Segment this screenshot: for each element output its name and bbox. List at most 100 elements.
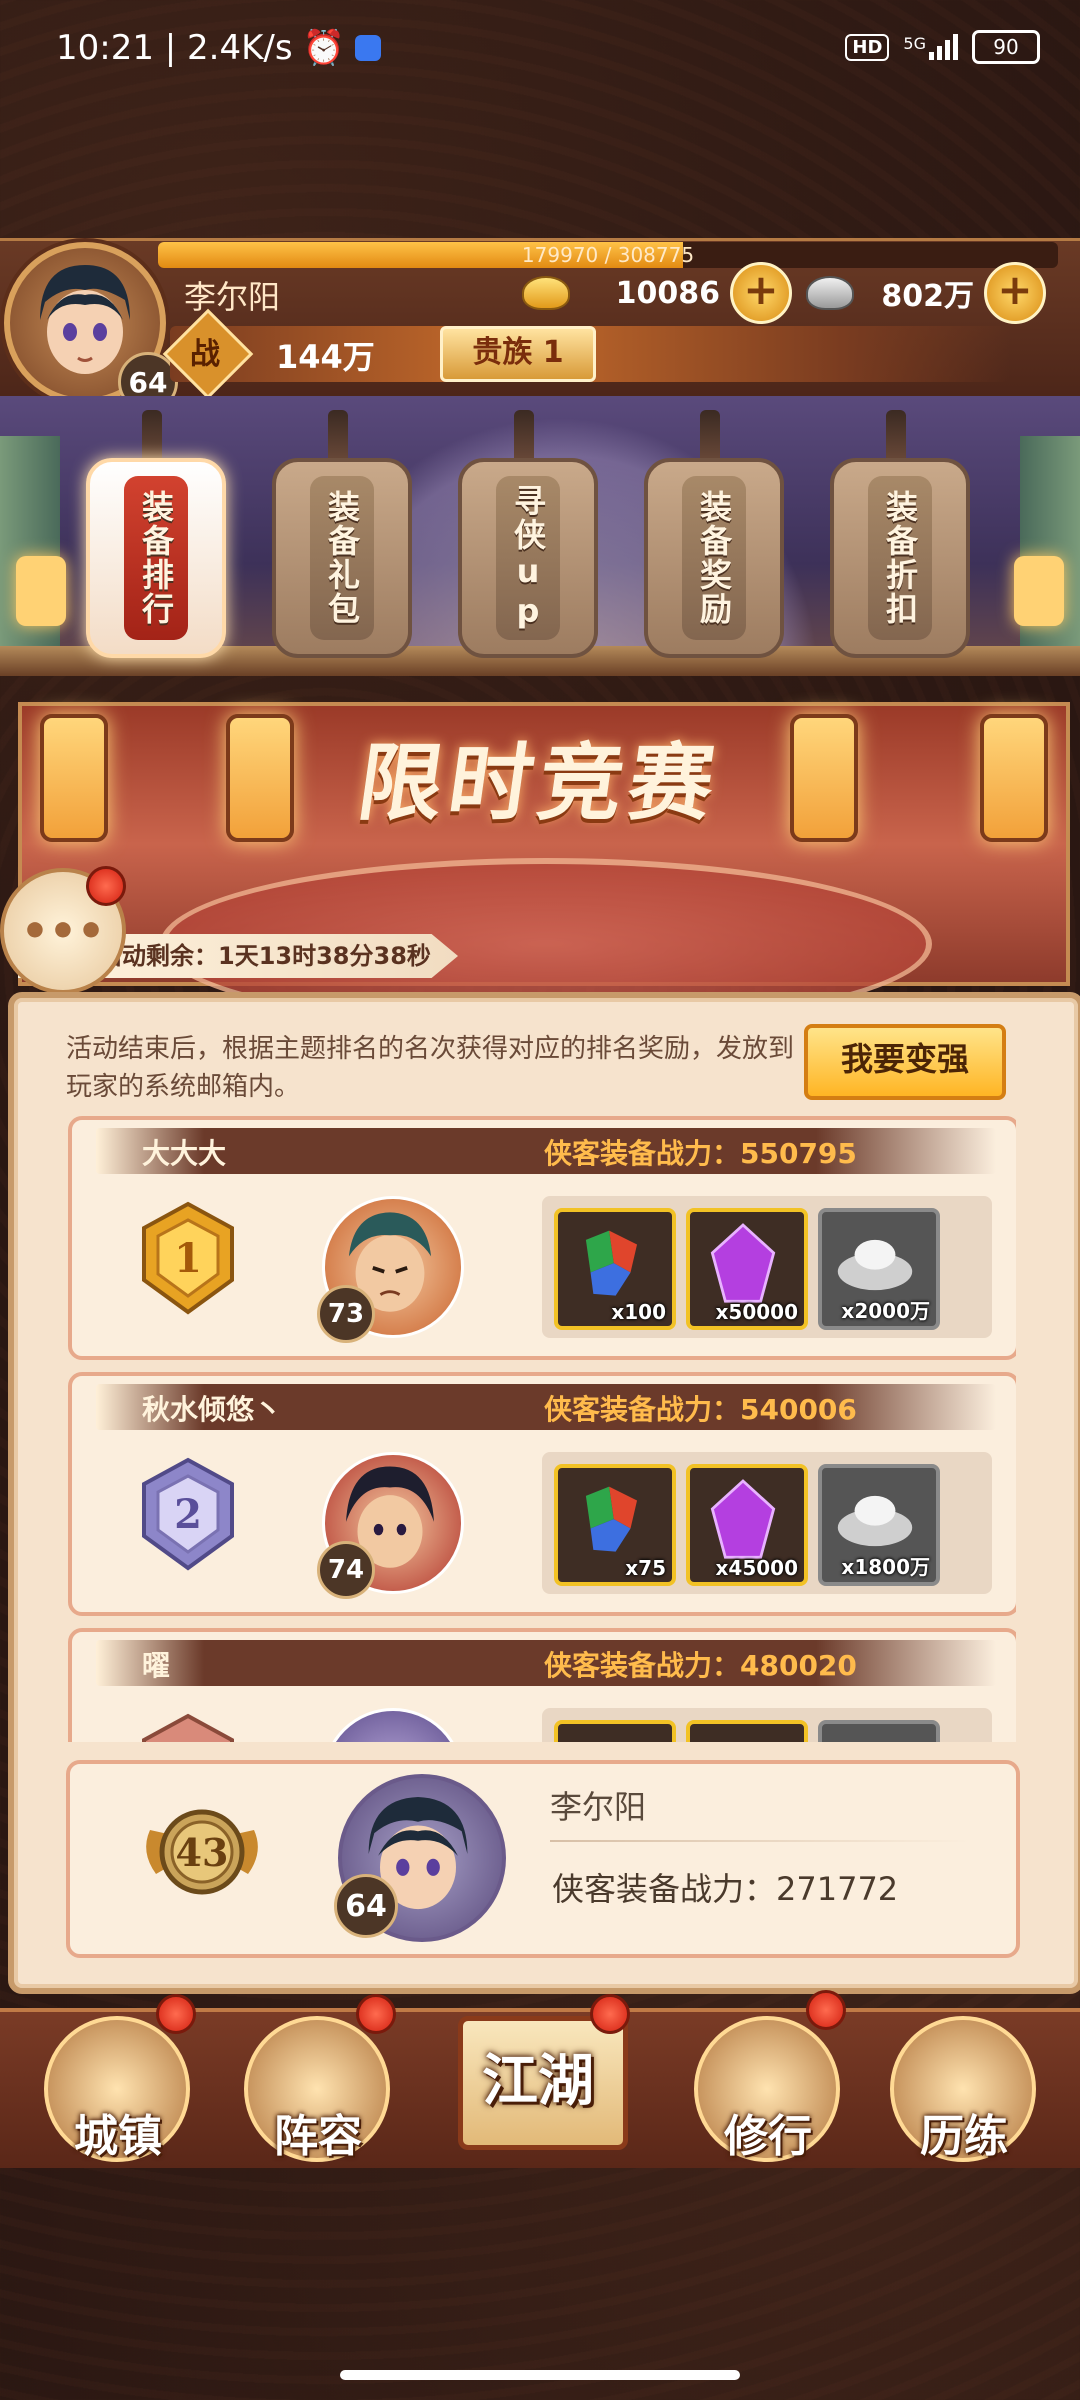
lantern-icon <box>980 714 1048 842</box>
my-level-badge: 64 <box>334 1874 398 1938</box>
hero-level-badge: 73 <box>317 1285 375 1343</box>
silver-amount: 802万 <box>881 279 974 314</box>
battle-power-icon-label: 战 <box>190 337 220 372</box>
event-title: 限时竞赛 <box>352 733 727 832</box>
reward-item[interactable]: x45000 <box>686 1464 808 1586</box>
tab-label: 装备折扣 <box>881 490 919 626</box>
ranking-row[interactable]: 秋水倾悠丶 侠客装备战力：540006 2 74 x75 x45000 x180… <box>68 1372 1016 1616</box>
reward-item[interactable] <box>554 1720 676 1742</box>
lantern-right-icon <box>1014 556 1064 626</box>
nav-label: 历练 <box>920 2111 1008 2162</box>
reward-count: x45000 <box>715 1556 798 1580</box>
hero-portrait[interactable]: 73 <box>317 1196 464 1343</box>
my-rank-medal-icon: 43 <box>146 1809 258 1895</box>
tab-label: 寻侠up <box>509 484 547 632</box>
chat-notification-dot <box>86 866 126 906</box>
hero-portrait[interactable] <box>322 1708 464 1742</box>
lantern-left-icon <box>16 556 66 626</box>
lantern-icon <box>790 714 858 842</box>
tab-hero-up[interactable]: 寻侠up <box>458 458 598 658</box>
my-power: 侠客装备战力：271772 <box>552 1870 899 1908</box>
ranking-player-name: 大大大 <box>142 1137 227 1170</box>
my-name: 李尔阳 <box>550 1788 647 1826</box>
tab-equipment-ranking[interactable]: 装备排行 <box>86 458 226 658</box>
my-rank-number: 43 <box>176 1830 229 1875</box>
reward-item[interactable]: x2000万 <box>818 1208 940 1330</box>
silver-ingot-icon <box>806 276 854 310</box>
reward-item[interactable]: x75 <box>554 1464 676 1586</box>
tab-equipment-reward[interactable]: 装备奖励 <box>644 458 784 658</box>
nav-jianghu-badge <box>590 1994 630 2034</box>
tab-equipment-pack[interactable]: 装备礼包 <box>272 458 412 658</box>
tab-equipment-discount[interactable]: 装备折扣 <box>830 458 970 658</box>
gold-medal-icon: 1 <box>142 1201 234 1315</box>
reward-count: x50000 <box>715 1300 798 1324</box>
my-divider <box>550 1840 970 1842</box>
lantern-icon <box>226 714 294 842</box>
tab-label: 装备排行 <box>137 490 175 626</box>
reward-count: x75 <box>625 1556 666 1580</box>
hero-level-badge: 74 <box>317 1541 375 1599</box>
tab-plaque: 装备礼包 <box>310 476 374 640</box>
reward-item[interactable]: x100 <box>554 1208 676 1330</box>
battery-icon: 90 <box>972 30 1040 64</box>
reward-item[interactable] <box>686 1720 808 1742</box>
nav-training-badge <box>806 1990 846 2030</box>
status-left: 10:21 | 2.4K/s ⏰ <box>56 28 381 68</box>
reward-count: x1800万 <box>841 1555 930 1579</box>
ranking-player-name: 秋水倾悠丶 <box>142 1393 283 1426</box>
noble-badge[interactable]: 贵族 1 <box>440 326 596 382</box>
signal-icon: 5G <box>903 34 958 60</box>
nav-lineup[interactable]: 阵容 <box>244 2016 394 2166</box>
status-time: 10:21 | 2.4K/s <box>56 28 293 68</box>
ranking-row[interactable]: 曜 侠客装备战力：480020 3 <box>68 1628 1016 1742</box>
become-stronger-button[interactable]: 我要变强 <box>804 1024 1006 1100</box>
reward-row <box>542 1708 992 1742</box>
ranking-row[interactable]: 大大大 侠客装备战力：550795 1 73 x100 x50000 x2000… <box>68 1116 1016 1360</box>
bronze-medal-icon: 3 <box>142 1713 234 1742</box>
ranking-power: 侠客装备战力：480020 <box>544 1649 857 1682</box>
battle-power-value: 144万 <box>276 338 375 376</box>
reward-count: x2000万 <box>841 1299 930 1323</box>
ranking-list[interactable]: 大大大 侠客装备战力：550795 1 73 x100 x50000 x2000… <box>58 1116 1016 1742</box>
reward-item[interactable]: x50000 <box>686 1208 808 1330</box>
reward-row: x100 x50000 x2000万 <box>542 1196 992 1338</box>
gold-ingot-icon <box>522 276 570 310</box>
add-silver-button[interactable]: + <box>984 262 1046 324</box>
hd-icon: HD <box>845 33 890 61</box>
gold-amount: 10086 <box>615 275 720 311</box>
reward-row: x75 x45000 x1800万 <box>542 1452 992 1594</box>
add-gold-button[interactable]: + <box>730 262 792 324</box>
hero-portrait[interactable]: 74 <box>317 1452 464 1599</box>
tab-plaque: 装备排行 <box>124 476 188 640</box>
nav-label: 阵容 <box>274 2111 362 2162</box>
tab-label: 装备奖励 <box>695 490 733 626</box>
nav-label: 修行 <box>724 2111 812 2162</box>
reward-item[interactable] <box>818 1720 940 1742</box>
home-indicator[interactable] <box>340 2370 740 2380</box>
reward-count: x100 <box>611 1300 666 1324</box>
nav-trial[interactable]: 历练 <box>890 2016 1040 2166</box>
app-notification-icon <box>354 35 381 61</box>
tab-label: 装备礼包 <box>323 490 361 626</box>
nav-label: 城镇 <box>74 2111 162 2162</box>
ranking-player-name: 曜 <box>142 1649 171 1682</box>
status-bar: 10:21 | 2.4K/s ⏰ HD 5G 90 <box>0 0 1080 100</box>
tab-plaque: 寻侠up <box>496 476 560 640</box>
player-name: 李尔阳 <box>184 278 281 316</box>
chat-icon: ••• <box>20 905 106 957</box>
medal-rank: 2 <box>174 1491 202 1538</box>
nav-lineup-badge <box>356 1994 396 2034</box>
nav-label: 江湖 <box>482 2049 594 2114</box>
ranking-power: 侠客装备战力：540006 <box>544 1393 857 1426</box>
tab-plaque: 装备奖励 <box>682 476 746 640</box>
nav-town[interactable]: 城镇 <box>44 2016 194 2166</box>
tab-plaque: 装备折扣 <box>868 476 932 640</box>
gold-currency: 10086 + <box>522 262 792 324</box>
reward-item[interactable]: x1800万 <box>818 1464 940 1586</box>
nav-training[interactable]: 修行 <box>694 2016 844 2166</box>
ranking-power: 侠客装备战力：550795 <box>544 1137 857 1170</box>
network-type: 5G <box>903 34 926 53</box>
medal-rank: 1 <box>174 1235 202 1282</box>
event-description: 活动结束后，根据主题排名的名次获得对应的排名奖励，发放到玩家的系统邮箱内。 <box>66 1034 795 1102</box>
